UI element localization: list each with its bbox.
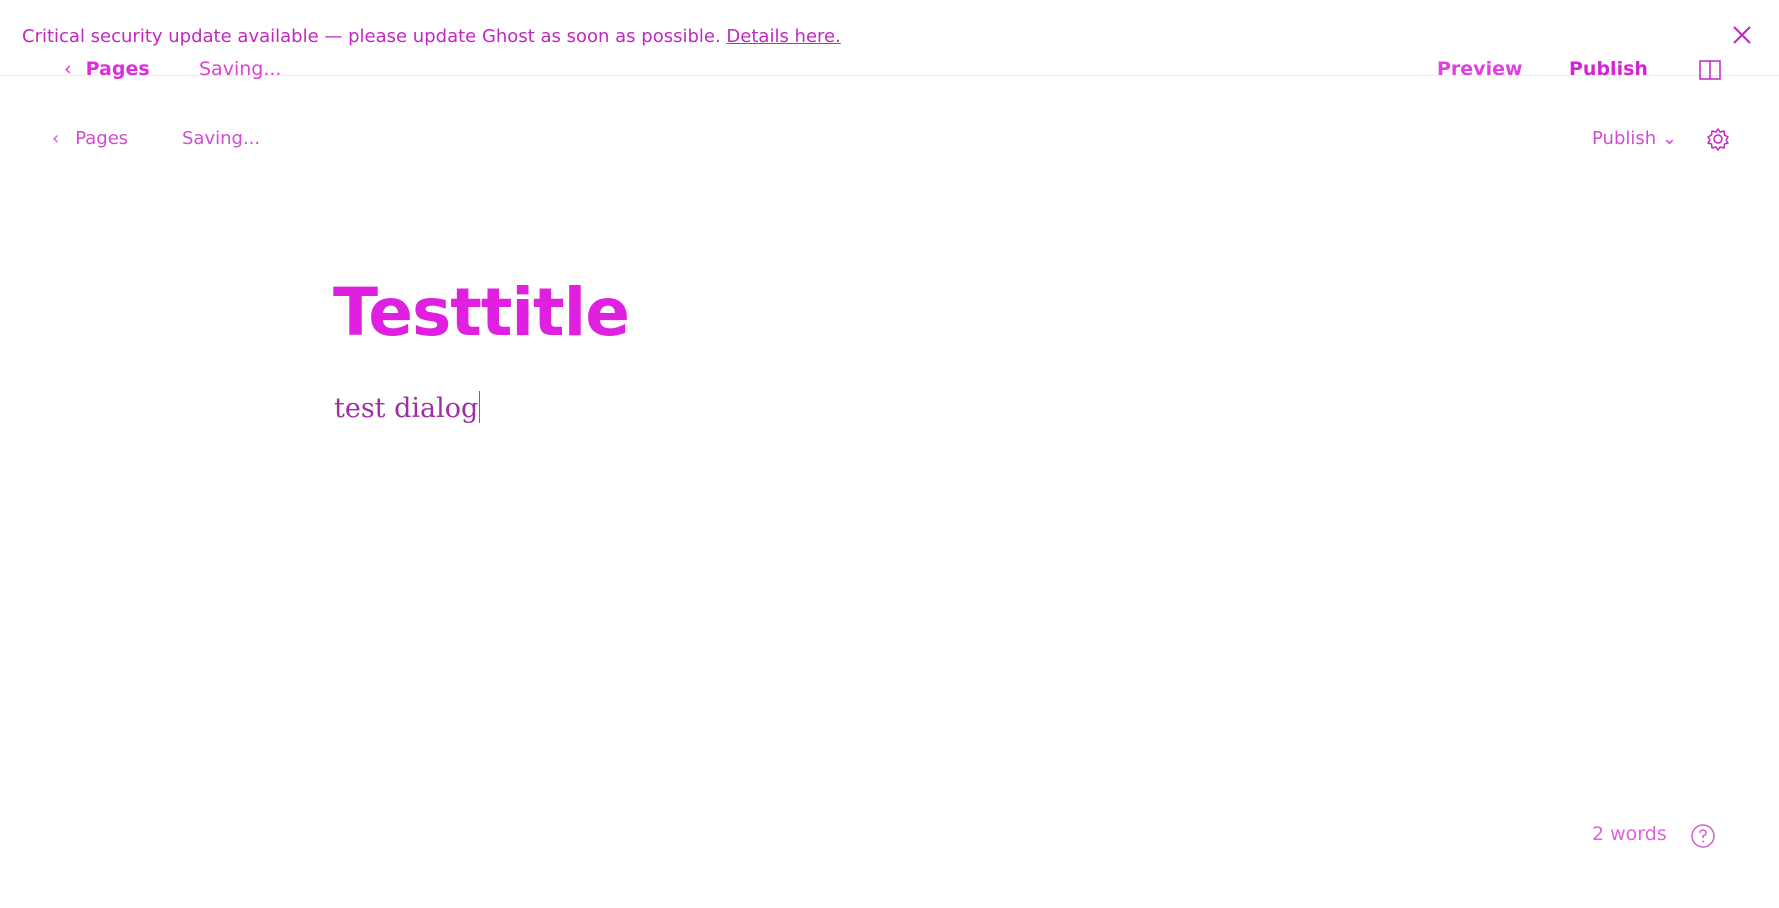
word-count: 2 words <box>1592 823 1667 845</box>
editor-back-label: Pages <box>75 128 129 149</box>
chevron-left-icon: ‹ <box>64 58 72 80</box>
save-status: Saving... <box>199 58 282 80</box>
preview-button[interactable]: Preview <box>1437 58 1523 86</box>
chevron-down-icon: ⌄ <box>1661 128 1677 149</box>
publish-dropdown-button[interactable]: Publish ⌄ <box>1592 128 1677 152</box>
gear-icon[interactable] <box>1705 126 1731 152</box>
back-to-pages-link[interactable]: ‹ Pages <box>64 58 150 86</box>
chevron-left-icon: ‹ <box>52 128 60 149</box>
publish-dropdown-label: Publish <box>1592 128 1657 149</box>
back-label: Pages <box>85 58 150 80</box>
publish-button[interactable]: Publish <box>1569 58 1648 86</box>
editor-back-to-pages-link[interactable]: ‹ Pages <box>52 128 128 152</box>
editor-save-status: Saving... <box>182 128 261 149</box>
banner-details-link[interactable]: Details here. <box>726 26 840 47</box>
editor-page: Critical security update available — ple… <box>0 0 1779 908</box>
post-body-text: test dialog <box>334 393 479 424</box>
post-title[interactable]: Testtitle <box>333 280 630 346</box>
split-view-icon[interactable] <box>1699 60 1721 80</box>
post-body[interactable]: test dialog <box>334 391 481 424</box>
question-icon[interactable] <box>1690 823 1716 849</box>
banner-text: Critical security update available — ple… <box>22 26 841 47</box>
close-icon[interactable] <box>1729 22 1755 48</box>
text-caret <box>479 391 481 423</box>
banner-message: Critical security update available — ple… <box>22 26 721 47</box>
